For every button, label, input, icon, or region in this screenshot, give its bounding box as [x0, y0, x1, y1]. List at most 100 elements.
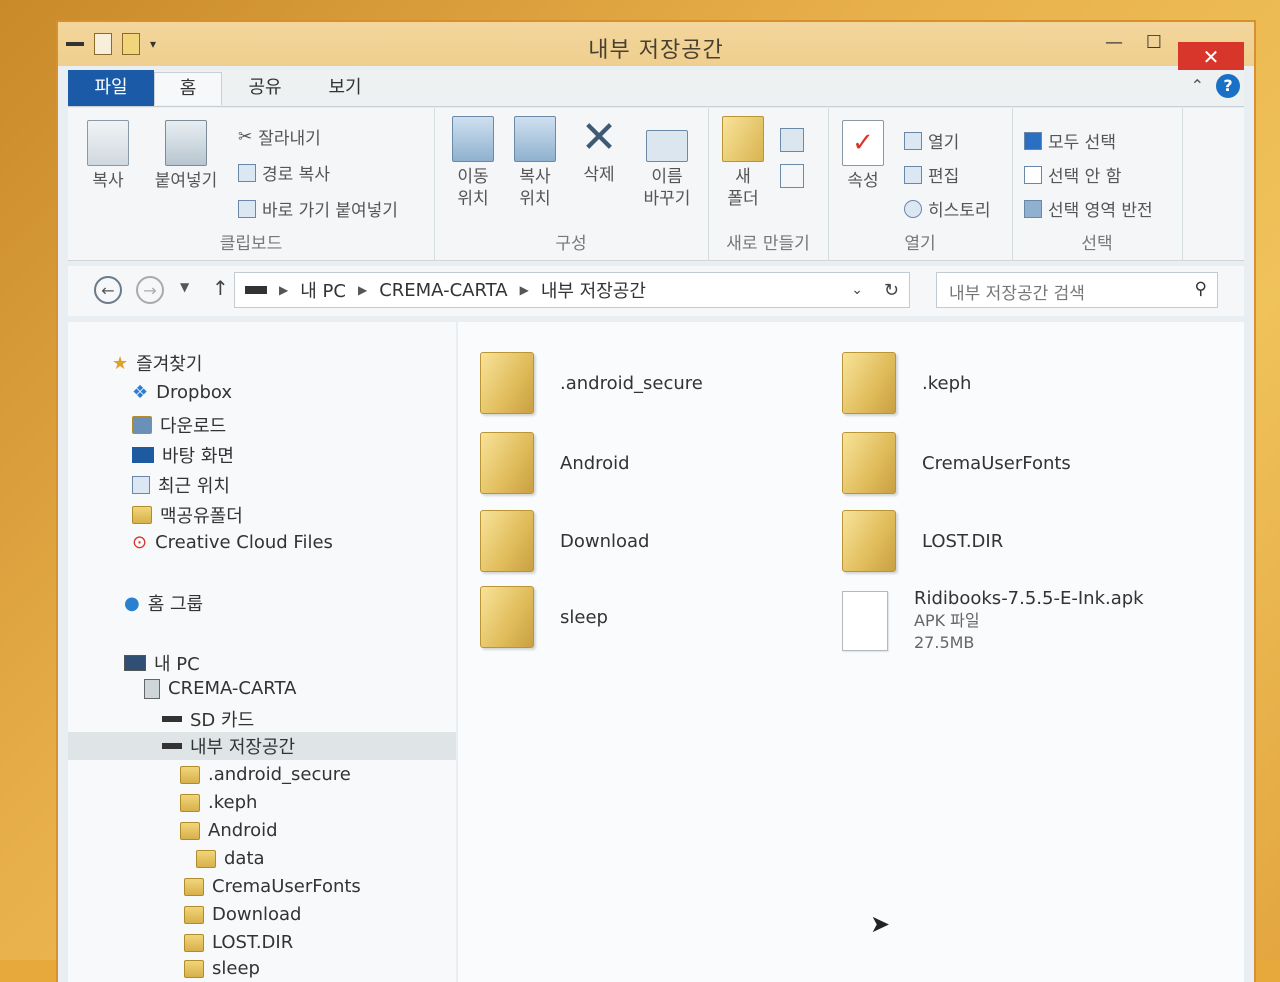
recent-places-icon	[132, 476, 150, 494]
delete-icon: ✕	[580, 112, 618, 163]
history-button[interactable]: 히스토리	[904, 196, 991, 221]
paste-shortcut-button[interactable]: 바로 가기 붙여넣기	[238, 196, 398, 221]
cut-button[interactable]: ✂ 잘라내기	[238, 124, 321, 150]
copy-path-button[interactable]: 경로 복사	[238, 160, 330, 185]
folder-icon	[184, 959, 204, 978]
explorer-window: ▾ 내부 저장공간 — ☐ ✕ 파일 홈 공유 보기 ⌃ ? 복사 붙여넣기 ✂…	[58, 22, 1254, 982]
rename-button[interactable]: 이름 바꾸기	[634, 116, 700, 210]
downloads-icon	[132, 416, 152, 434]
select-none-button[interactable]: 선택 안 함	[1024, 162, 1121, 187]
copy-button[interactable]: 복사	[80, 120, 136, 192]
open-button[interactable]: 열기	[904, 128, 959, 153]
move-to-button[interactable]: 이동 위치	[446, 116, 500, 210]
list-item[interactable]: sleep	[480, 586, 608, 648]
maximize-button[interactable]: ☐	[1134, 32, 1174, 53]
list-item[interactable]: Android	[480, 432, 630, 494]
drive-icon	[245, 286, 267, 294]
up-button[interactable]: ↑	[212, 276, 229, 300]
nav-sub-cremauserfonts[interactable]: CremaUserFonts	[184, 876, 361, 897]
homegroup-icon: ●	[124, 592, 140, 614]
file-list: .android_secure .keph Android CremaUserF…	[458, 322, 1244, 982]
new-item-icon[interactable]	[780, 128, 804, 152]
help-icon[interactable]: ?	[1216, 74, 1240, 98]
nav-homegroup[interactable]: ● 홈 그룹	[124, 590, 203, 616]
address-dropdown-icon[interactable]: ⌄	[851, 282, 863, 298]
tab-home[interactable]: 홈	[154, 72, 222, 105]
nav-sub-lost-dir[interactable]: LOST.DIR	[184, 932, 293, 953]
folder-icon	[480, 432, 534, 494]
group-label: 선택	[1081, 234, 1113, 254]
copy-to-button[interactable]: 복사 위치	[508, 116, 562, 210]
folder-icon	[132, 506, 152, 524]
refresh-icon[interactable]: ↻	[884, 280, 899, 301]
paste-button[interactable]: 붙여넣기	[150, 120, 222, 192]
mouse-cursor-icon: ➤	[870, 910, 891, 938]
list-item[interactable]: Download	[480, 510, 649, 572]
breadcrumb-internal[interactable]: 내부 저장공간	[541, 277, 646, 303]
dropbox-icon: ❖	[132, 382, 149, 403]
breadcrumb-device[interactable]: CREMA-CARTA	[379, 280, 507, 301]
forward-button[interactable]: →	[136, 276, 164, 304]
group-select: 모두 선택 선택 안 함 선택 영역 반전 선택	[1012, 108, 1183, 260]
folder-icon	[180, 821, 200, 840]
nav-dropbox[interactable]: ❖ Dropbox	[132, 382, 232, 403]
properties-button[interactable]: ✓ 속성	[836, 120, 890, 192]
nav-favorites[interactable]: ★ 즐겨찾기	[112, 350, 202, 376]
tab-share[interactable]: 공유	[232, 72, 298, 104]
group-organize: 이동 위치 복사 위치 ✕ 삭제 이름 바꾸기 구성	[434, 108, 709, 260]
list-item[interactable]: .keph	[842, 352, 971, 414]
nav-this-pc[interactable]: 내 PC	[124, 650, 200, 676]
copy-icon	[87, 120, 129, 166]
copy-to-icon	[514, 116, 556, 162]
move-to-icon	[452, 116, 494, 162]
recent-locations-icon[interactable]: ▼	[180, 280, 189, 294]
desktop-icon	[132, 447, 154, 463]
nav-desktop[interactable]: 바탕 화면	[132, 442, 234, 468]
nav-mac-shared[interactable]: 맥공유폴더	[132, 502, 243, 528]
group-new: 새 폴더 새로 만들기	[708, 108, 829, 260]
properties-check-icon: ✓	[842, 120, 884, 166]
edit-icon	[904, 165, 922, 184]
nav-recent[interactable]: 최근 위치	[132, 472, 230, 498]
nav-downloads[interactable]: 다운로드	[132, 412, 226, 438]
paste-icon	[165, 120, 207, 166]
nav-sub-android-secure[interactable]: .android_secure	[180, 764, 351, 785]
nav-internal-storage[interactable]: 내부 저장공간	[68, 732, 456, 760]
folder-icon	[842, 352, 896, 414]
scissors-icon: ✂	[238, 126, 253, 147]
nav-sub-download[interactable]: Download	[184, 904, 301, 925]
nav-sub-data[interactable]: data	[196, 848, 265, 869]
invert-selection-button[interactable]: 선택 영역 반전	[1024, 196, 1153, 221]
edit-button[interactable]: 편집	[904, 162, 959, 187]
ribbon-collapse-icon[interactable]: ⌃	[1191, 76, 1204, 95]
tab-view[interactable]: 보기	[310, 72, 380, 104]
group-label: 클립보드	[219, 234, 283, 254]
nav-creative-cloud[interactable]: ⊙ Creative Cloud Files	[132, 532, 333, 553]
creative-cloud-icon: ⊙	[132, 532, 148, 553]
computer-icon	[124, 655, 146, 671]
select-none-icon	[1024, 165, 1042, 184]
list-item[interactable]: Ridibooks-7.5.5-E-Ink.apk APK 파일 27.5MB	[842, 588, 1144, 654]
minimize-button[interactable]: —	[1094, 32, 1134, 53]
close-button[interactable]: ✕	[1178, 42, 1244, 72]
breadcrumb-pc[interactable]: 내 PC	[300, 277, 346, 303]
group-label: 구성	[555, 234, 587, 254]
ribbon: 복사 붙여넣기 ✂ 잘라내기 경로 복사 바로 가기 붙여넣기 클립보드 이동 …	[68, 108, 1244, 261]
nav-sub-android[interactable]: Android	[180, 820, 278, 841]
address-bar[interactable]: ▶ 내 PC ▶ CREMA-CARTA ▶ 내부 저장공간 ⌄ ↻	[234, 272, 910, 308]
select-all-button[interactable]: 모두 선택	[1024, 128, 1116, 153]
delete-button[interactable]: ✕ 삭제	[572, 116, 626, 186]
back-button[interactable]: ←	[94, 276, 122, 304]
nav-device[interactable]: CREMA-CARTA	[144, 678, 296, 699]
easy-access-icon[interactable]	[780, 164, 804, 188]
list-item[interactable]: LOST.DIR	[842, 510, 1003, 572]
nav-sub-keph[interactable]: .keph	[180, 792, 257, 813]
nav-sub-sleep[interactable]: sleep	[184, 958, 260, 979]
list-item[interactable]: .android_secure	[480, 352, 703, 414]
new-folder-button[interactable]: 새 폴더	[716, 116, 770, 210]
list-item[interactable]: CremaUserFonts	[842, 432, 1071, 494]
invert-selection-icon	[1024, 199, 1042, 218]
search-input[interactable]: 내부 저장공간 검색 ⚲	[936, 272, 1218, 308]
tab-file[interactable]: 파일	[68, 70, 154, 106]
nav-sd-card[interactable]: SD 카드	[162, 706, 254, 732]
